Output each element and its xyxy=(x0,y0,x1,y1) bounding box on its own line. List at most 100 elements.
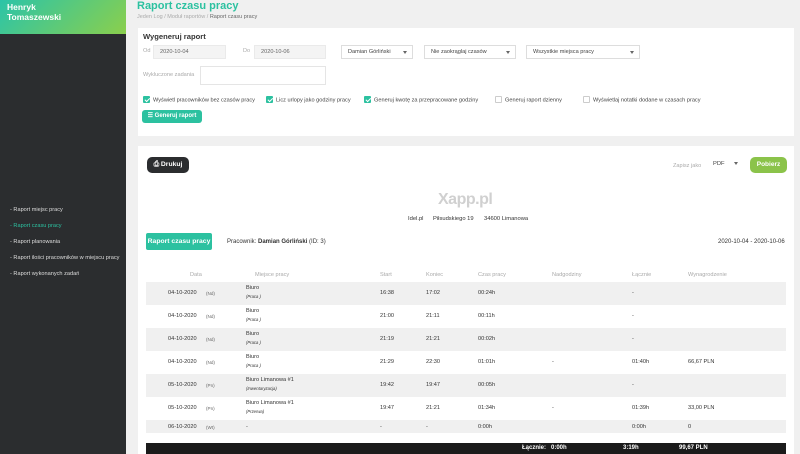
cell-total: - xyxy=(632,290,634,296)
employee-select[interactable]: Damian Górliński xyxy=(341,45,413,59)
date-to-input[interactable]: 2020-10-06 xyxy=(254,45,326,59)
cell-time: 01:34h xyxy=(478,405,496,411)
breadcrumb: Jeden Log / Moduł raportów / Raport czas… xyxy=(137,14,258,20)
cell-end: 19:47 xyxy=(426,382,440,388)
rounding-select[interactable]: Nie zaokrąglaj czasów xyxy=(424,45,516,59)
cell-total: - xyxy=(632,313,634,319)
sidebar-item-label: - Raport miejsc pracy xyxy=(10,206,63,213)
option-checkbox[interactable]: Generuj kwotę za przepracowane godziny xyxy=(364,96,478,104)
worker-name: Damian Górliński xyxy=(258,239,308,245)
cell-end: 21:11 xyxy=(426,313,440,319)
cell-start: 16:38 xyxy=(380,290,394,296)
cell-time: 00:24h xyxy=(478,290,496,296)
user-header[interactable]: Henryk Tomaszewski xyxy=(0,0,126,34)
cell-time: 00:02h xyxy=(478,336,496,342)
checkbox-label: Licz urlopy jako godziny pracy xyxy=(276,97,351,104)
checkbox-icon[interactable] xyxy=(143,96,150,103)
column-header: Data xyxy=(190,272,202,278)
date-range: 2020-10-04 - 2020-10-06 xyxy=(718,239,785,245)
table-row: 04-10-2020 (Nd) Biuro (Praca ) 21:19 21:21 00:… xyxy=(146,328,786,351)
company-city: 34600 Limanowa xyxy=(484,216,529,222)
cell-place: Biuro Limanowa #1 xyxy=(246,400,294,406)
cell-task: (Praca ) xyxy=(246,294,261,299)
checkbox-label: Generuj kwotę za przepracowane godziny xyxy=(374,97,479,104)
table-row: 06-10-2020 (Wt) - - - 0:00h 0:00h 0 xyxy=(146,420,786,433)
checkbox-label: Wyświetlaj notatki dodane w czasach prac… xyxy=(593,97,701,104)
option-checkbox[interactable]: Licz urlopy jako godziny pracy xyxy=(266,96,351,104)
cell-date: 04-10-2020 xyxy=(168,359,197,365)
totals-label: Łącznie: xyxy=(522,445,547,451)
printer-icon: ⎙ xyxy=(153,161,161,168)
checkbox-icon[interactable] xyxy=(583,96,590,103)
column-header: Start xyxy=(380,272,392,278)
cell-task: (Inwentaryzacja) xyxy=(246,386,277,391)
sidebar-item-label: - Raport planowania xyxy=(10,238,61,245)
cell-start: - xyxy=(380,424,382,430)
date-from-input[interactable]: 2020-10-04 xyxy=(153,45,226,59)
option-checkbox[interactable]: Wyświetl pracowników bez czasów pracy xyxy=(143,96,255,104)
breadcrumb-current: Raport czasu pracy xyxy=(209,14,258,20)
report-type-button[interactable]: Raport czasu pracy xyxy=(146,233,212,250)
cell-date: 06-10-2020 xyxy=(168,424,197,430)
generate-report-button[interactable]: ☰ Generuj raport xyxy=(142,110,202,123)
format-select[interactable]: PDF xyxy=(707,157,743,173)
cell-day: (Nd) xyxy=(206,290,215,296)
column-header: Miejsce pracy xyxy=(255,272,290,278)
cell-day: (Nd) xyxy=(206,336,215,342)
cell-total: 01:40h xyxy=(632,359,650,365)
cell-day: (Wt) xyxy=(206,424,215,430)
column-header: Nadgodziny xyxy=(552,272,582,278)
sidebar-nav: DashboardCRMCzasy pracy1HistoriaMateriał… xyxy=(0,38,126,409)
cell-total: 0:00h xyxy=(632,424,646,430)
cell-end: 17:02 xyxy=(426,290,440,296)
breadcrumb-item[interactable]: Moduł raportów xyxy=(167,14,205,20)
cell-pay: 33,00 PLN xyxy=(688,405,715,411)
cell-day: (Nd) xyxy=(206,313,215,319)
cell-pay: 66,67 PLN xyxy=(688,359,715,365)
table-row: 05-10-2020 (Pn) Biuro Limanowa #1 (Przerwa)… xyxy=(146,397,786,420)
cell-start: 21:19 xyxy=(380,336,394,342)
sidebar-item-label: - Raport ilości pracowników w miejscu pr… xyxy=(10,254,120,261)
print-label: Drukuj xyxy=(160,161,183,168)
cell-date: 04-10-2020 xyxy=(168,290,197,296)
cell-end: 22:30 xyxy=(426,359,440,365)
print-button[interactable]: ⎙ Drukuj xyxy=(147,157,189,173)
sidebar-item[interactable]: - Raport planowania xyxy=(0,234,126,250)
excluded-label: Wykluczone zadania xyxy=(143,72,195,78)
cell-task: (Przerwa) xyxy=(246,409,265,414)
cell-end: 21:21 xyxy=(426,336,440,342)
column-header: Wynagrodzenie xyxy=(688,272,727,278)
checkbox-icon[interactable] xyxy=(495,96,502,103)
table-row: 05-10-2020 (Pn) Biuro Limanowa #1 (Inwentar… xyxy=(146,374,786,397)
cell-total: - xyxy=(632,382,634,388)
excluded-tasks-input[interactable] xyxy=(200,66,326,85)
worker-label: Pracownik: xyxy=(227,239,257,245)
form-heading: Wygeneruj raport xyxy=(143,32,206,41)
cell-overtime: - xyxy=(552,405,554,411)
option-checkbox[interactable]: Wyświetlaj notatki dodane w czasach prac… xyxy=(583,96,701,104)
sidebar: Henryk Tomaszewski DashboardCRMCzasy pra… xyxy=(0,0,126,454)
places-select[interactable]: Wszystkie miejsca pracy xyxy=(526,45,640,59)
cell-time: 00:11h xyxy=(478,313,495,319)
sidebar-item[interactable]: - Raport miejsc pracy xyxy=(0,202,126,218)
sidebar-item[interactable]: - Raport czasu pracy xyxy=(0,218,126,234)
cell-date: 05-10-2020 xyxy=(168,405,197,411)
table-row: 04-10-2020 (Nd) Biuro (Praca ) 16:38 17:02 00:… xyxy=(146,282,786,305)
cell-total: 01:39h xyxy=(632,405,650,411)
sidebar-item[interactable]: - Raport ilości pracowników w miejscu pr… xyxy=(0,250,126,266)
totals-overtime: 0:00h xyxy=(551,445,567,451)
totals-pay: 99,67 PLN xyxy=(679,445,708,451)
download-button[interactable]: Pobierz xyxy=(750,157,787,173)
checkbox-icon[interactable] xyxy=(266,96,273,103)
sidebar-item[interactable]: - Raport wykonanych zadań xyxy=(0,266,126,282)
company-street: Piłsudskiego 19 xyxy=(433,216,474,222)
checkbox-icon[interactable] xyxy=(364,96,371,103)
cell-place: Biuro xyxy=(246,354,260,360)
page-title: Raport czasu pracy xyxy=(137,0,239,12)
option-checkbox[interactable]: Generuj raport dzienny xyxy=(495,96,562,104)
user-first-name: Henryk xyxy=(7,2,36,12)
breadcrumb-item[interactable]: Jeden Log xyxy=(137,14,163,20)
cell-task: (Praca ) xyxy=(246,340,261,345)
save-as-label: Zapisz jako xyxy=(673,163,702,169)
cell-task: (Praca ) xyxy=(246,363,261,368)
